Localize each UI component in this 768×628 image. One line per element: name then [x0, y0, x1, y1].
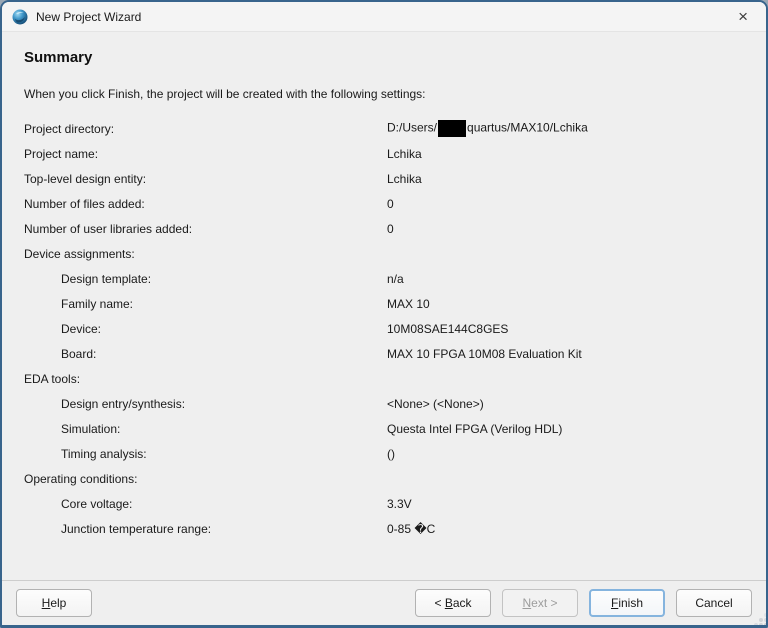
- summary-value: D:/Users/quartus/MAX10/Lchika: [387, 120, 588, 137]
- summary-value: MAX 10: [387, 296, 430, 311]
- close-icon[interactable]: ×: [730, 6, 756, 27]
- summary-row: Junction temperature range: 0-85 �C: [24, 516, 744, 541]
- summary-label: EDA tools:: [24, 371, 81, 386]
- summary-row: Number of files added: 0: [24, 191, 744, 216]
- new-project-wizard-dialog: New Project Wizard × Summary When you cl…: [0, 0, 768, 628]
- summary-row: Project directory: D:/Users/quartus/MAX10…: [24, 116, 744, 141]
- summary-value: 10M08SAE144C8GES: [387, 321, 509, 336]
- summary-value: Questa Intel FPGA (Verilog HDL): [387, 421, 563, 436]
- intro-text: When you click Finish, the project will …: [24, 87, 426, 101]
- summary-label: Project name:: [24, 146, 99, 161]
- summary-label: Operating conditions:: [24, 471, 138, 486]
- cancel-button[interactable]: Cancel: [676, 589, 752, 617]
- summary-row: Timing analysis: (): [24, 441, 744, 466]
- summary-row: Family name: MAX 10: [24, 291, 744, 316]
- nav-buttons: < Back Next > Finish Cancel: [415, 589, 752, 617]
- summary-label: Top-level design entity:: [24, 171, 147, 186]
- help-button[interactable]: Help: [16, 589, 92, 617]
- settings-list: Project directory: D:/Users/quartus/MAX10…: [24, 116, 744, 541]
- summary-page: Summary When you click Finish, the proje…: [2, 49, 766, 541]
- summary-value: MAX 10 FPGA 10M08 Evaluation Kit: [387, 346, 582, 361]
- summary-row: Operating conditions:: [24, 466, 744, 491]
- summary-label: Device assignments:: [24, 246, 135, 261]
- summary-value: 3.3V: [387, 496, 412, 511]
- summary-row: EDA tools:: [24, 366, 744, 391]
- summary-label: Device:: [61, 321, 102, 336]
- summary-row: Design template: n/a: [24, 266, 744, 291]
- redacted-box: [438, 120, 467, 137]
- summary-value: Lchika: [387, 171, 422, 186]
- summary-value: 0: [387, 221, 394, 236]
- summary-row: Design entry/synthesis: <None> (<None>): [24, 391, 744, 416]
- summary-label: Family name:: [61, 296, 134, 311]
- summary-value: Lchika: [387, 146, 422, 161]
- next-button: Next >: [502, 589, 578, 617]
- summary-row: Board: MAX 10 FPGA 10M08 Evaluation Kit: [24, 341, 744, 366]
- summary-row: Project name: Lchika: [24, 141, 744, 166]
- summary-value: <None> (<None>): [387, 396, 484, 411]
- finish-button[interactable]: Finish: [589, 589, 665, 617]
- summary-label: Junction temperature range:: [61, 521, 212, 536]
- summary-value: (): [387, 446, 395, 461]
- summary-value: 0-85 �C: [387, 521, 436, 536]
- summary-label: Simulation:: [61, 421, 121, 436]
- summary-label: Board:: [61, 346, 97, 361]
- window-title: New Project Wizard: [36, 9, 142, 24]
- summary-value: n/a: [387, 271, 404, 286]
- summary-row: Device assignments:: [24, 241, 744, 266]
- back-button[interactable]: < Back: [415, 589, 491, 617]
- summary-row: Device: 10M08SAE144C8GES: [24, 316, 744, 341]
- button-bar: Help < Back Next > Finish Cancel: [2, 580, 766, 625]
- summary-row: Top-level design entity: Lchika: [24, 166, 744, 191]
- summary-label: Number of files added:: [24, 196, 145, 211]
- summary-label: Number of user libraries added:: [24, 221, 193, 236]
- page-title: Summary: [24, 49, 93, 66]
- resize-grip[interactable]: [759, 618, 763, 622]
- summary-label: Core voltage:: [61, 496, 133, 511]
- summary-row: Simulation: Questa Intel FPGA (Verilog HD…: [24, 416, 744, 441]
- quartus-icon: [12, 9, 28, 25]
- summary-value: 0: [387, 196, 394, 211]
- summary-row: Core voltage: 3.3V: [24, 491, 744, 516]
- summary-row: Number of user libraries added: 0: [24, 216, 744, 241]
- summary-label: Design entry/synthesis:: [61, 396, 186, 411]
- summary-label: Timing analysis:: [61, 446, 147, 461]
- title-bar[interactable]: New Project Wizard ×: [2, 2, 766, 32]
- summary-label: Project directory:: [24, 121, 115, 136]
- summary-label: Design template:: [61, 271, 152, 286]
